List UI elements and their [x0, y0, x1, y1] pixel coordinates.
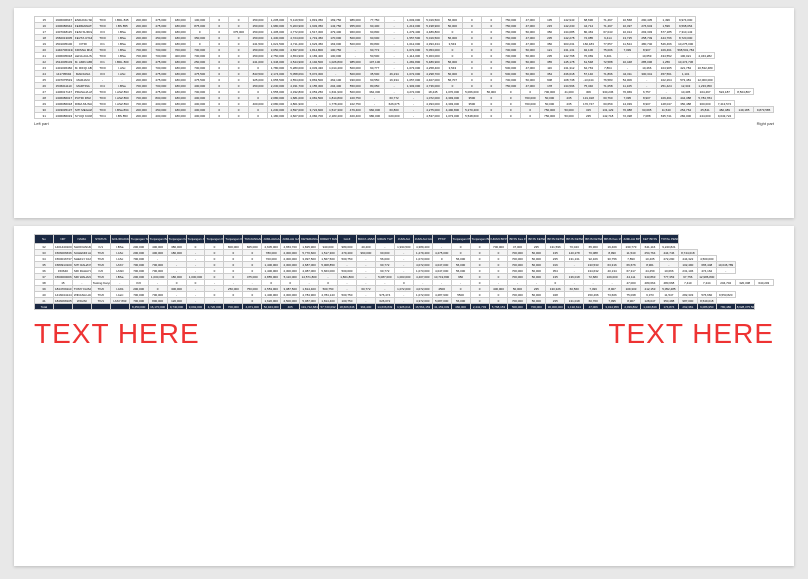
col-header: GAJI: [338, 235, 357, 244]
col-header: JUMLAH GAJI NETTO: [413, 235, 432, 244]
col-header: Tunjangan Tambahan: [129, 235, 148, 244]
col-header: Tunjangan Beban Kerja: [148, 235, 167, 244]
col-header: BIAYA JABATAN: [356, 235, 375, 244]
page-2: NoNIPNAMASTATUSGOL/RUANGTunjangan Tambah…: [14, 226, 794, 566]
col-header: TUNJANGAN BRUTO: [243, 235, 262, 244]
total-row: Total8,450,00016,170,0009,740,0009,092,0…: [35, 304, 774, 310]
text-here-left: TEXT HERE: [34, 318, 200, 350]
col-header: DIREKT MARKETING: [319, 235, 338, 244]
col-header: Tunjangan BPJS: [470, 235, 489, 244]
page-footer: Left part Right part: [34, 119, 774, 126]
col-header: Tunjangan Jabatan: [186, 235, 205, 244]
col-header: STATUS: [91, 235, 110, 244]
footer-left: Left part: [34, 121, 49, 126]
col-header: BPJS KETEN 2%: [584, 235, 603, 244]
col-header: PTKP: [432, 235, 451, 244]
col-header: BPJS Kes 4%: [508, 235, 527, 244]
col-header: GOL/RUANG: [110, 235, 129, 244]
page-1: 151906006647ENDANG SRI SUSSANTITK/0I.BDL…: [14, 8, 794, 218]
col-header: Tunjangan Kinerja: [224, 235, 243, 244]
table-row: 311306086019SYUQI KURNIA SANTOSOTK/4I.BS…: [35, 113, 774, 119]
col-header: KET BPJS: [641, 235, 660, 244]
col-header: Tunjangan Keahlian: [205, 235, 224, 244]
col-header: JUMLAH: [394, 235, 413, 244]
col-header: Tunjangan Kondisional: [167, 235, 186, 244]
col-header: JUMLAH GAJI POKOK & TUNJ TETAP: [281, 235, 300, 244]
col-header: KETERANGAN: [300, 235, 319, 244]
col-header: JUMLAHGAJI: [262, 235, 281, 244]
col-header: TOTAL PENDAPATAN: [659, 235, 678, 244]
footer-right: Right part: [757, 121, 774, 126]
col-header: BPJS KETEN 0.24%: [527, 235, 546, 244]
col-header: No: [35, 235, 54, 244]
payroll-table-1: 151906006647ENDANG SRI SUSSANTITK/0I.BDL…: [34, 16, 774, 119]
col-header: BPJS KETEN 0.30%: [546, 235, 565, 244]
col-header: IURAN THT: [375, 235, 394, 244]
col-header: BPJS Kes 1%: [603, 235, 622, 244]
col-header: Tunjangan PPh21: [451, 235, 470, 244]
col-header: IURAN BPJS: [489, 235, 508, 244]
col-header: JUMLAH BPJS: [622, 235, 641, 244]
payroll-table-2: NoNIPNAMASTATUSGOL/RUANGTunjangan Tambah…: [34, 234, 774, 310]
col-header: NAMA: [72, 235, 91, 244]
col-header: NIP: [53, 235, 72, 244]
col-header: BPJS KETEN 3.70%: [565, 235, 584, 244]
text-placeholders: TEXT HERE TEXT HERE: [34, 318, 774, 350]
text-here-right: TEXT HERE: [608, 318, 774, 350]
